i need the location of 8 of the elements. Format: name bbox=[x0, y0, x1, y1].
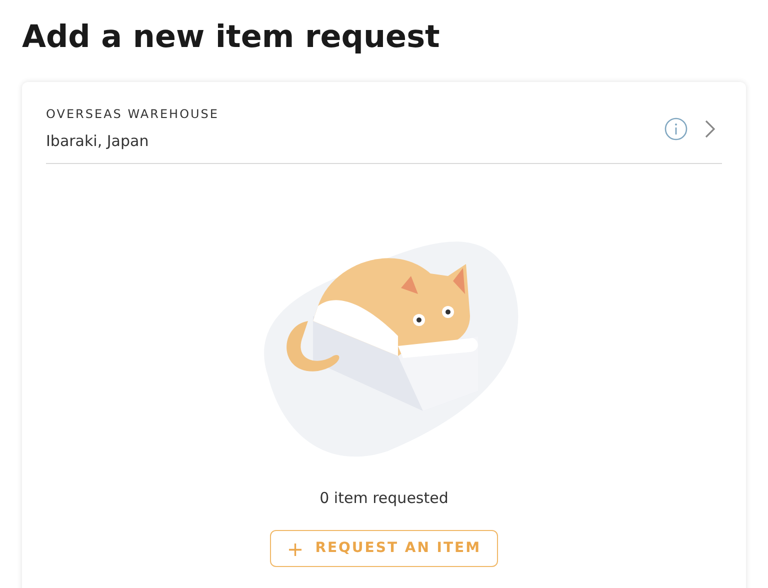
plus-icon: + bbox=[286, 538, 306, 558]
chevron-right-icon[interactable] bbox=[704, 118, 716, 138]
empty-state-message: 0 item requested bbox=[320, 488, 448, 508]
info-icon[interactable] bbox=[664, 116, 688, 140]
page-title: Add a new item request bbox=[22, 18, 440, 56]
request-item-button[interactable]: + REQUEST AN ITEM bbox=[270, 530, 498, 567]
warehouse-location: Ibaraki, Japan bbox=[46, 131, 149, 151]
warehouse-label: OVERSEAS WAREHOUSE bbox=[46, 106, 219, 122]
